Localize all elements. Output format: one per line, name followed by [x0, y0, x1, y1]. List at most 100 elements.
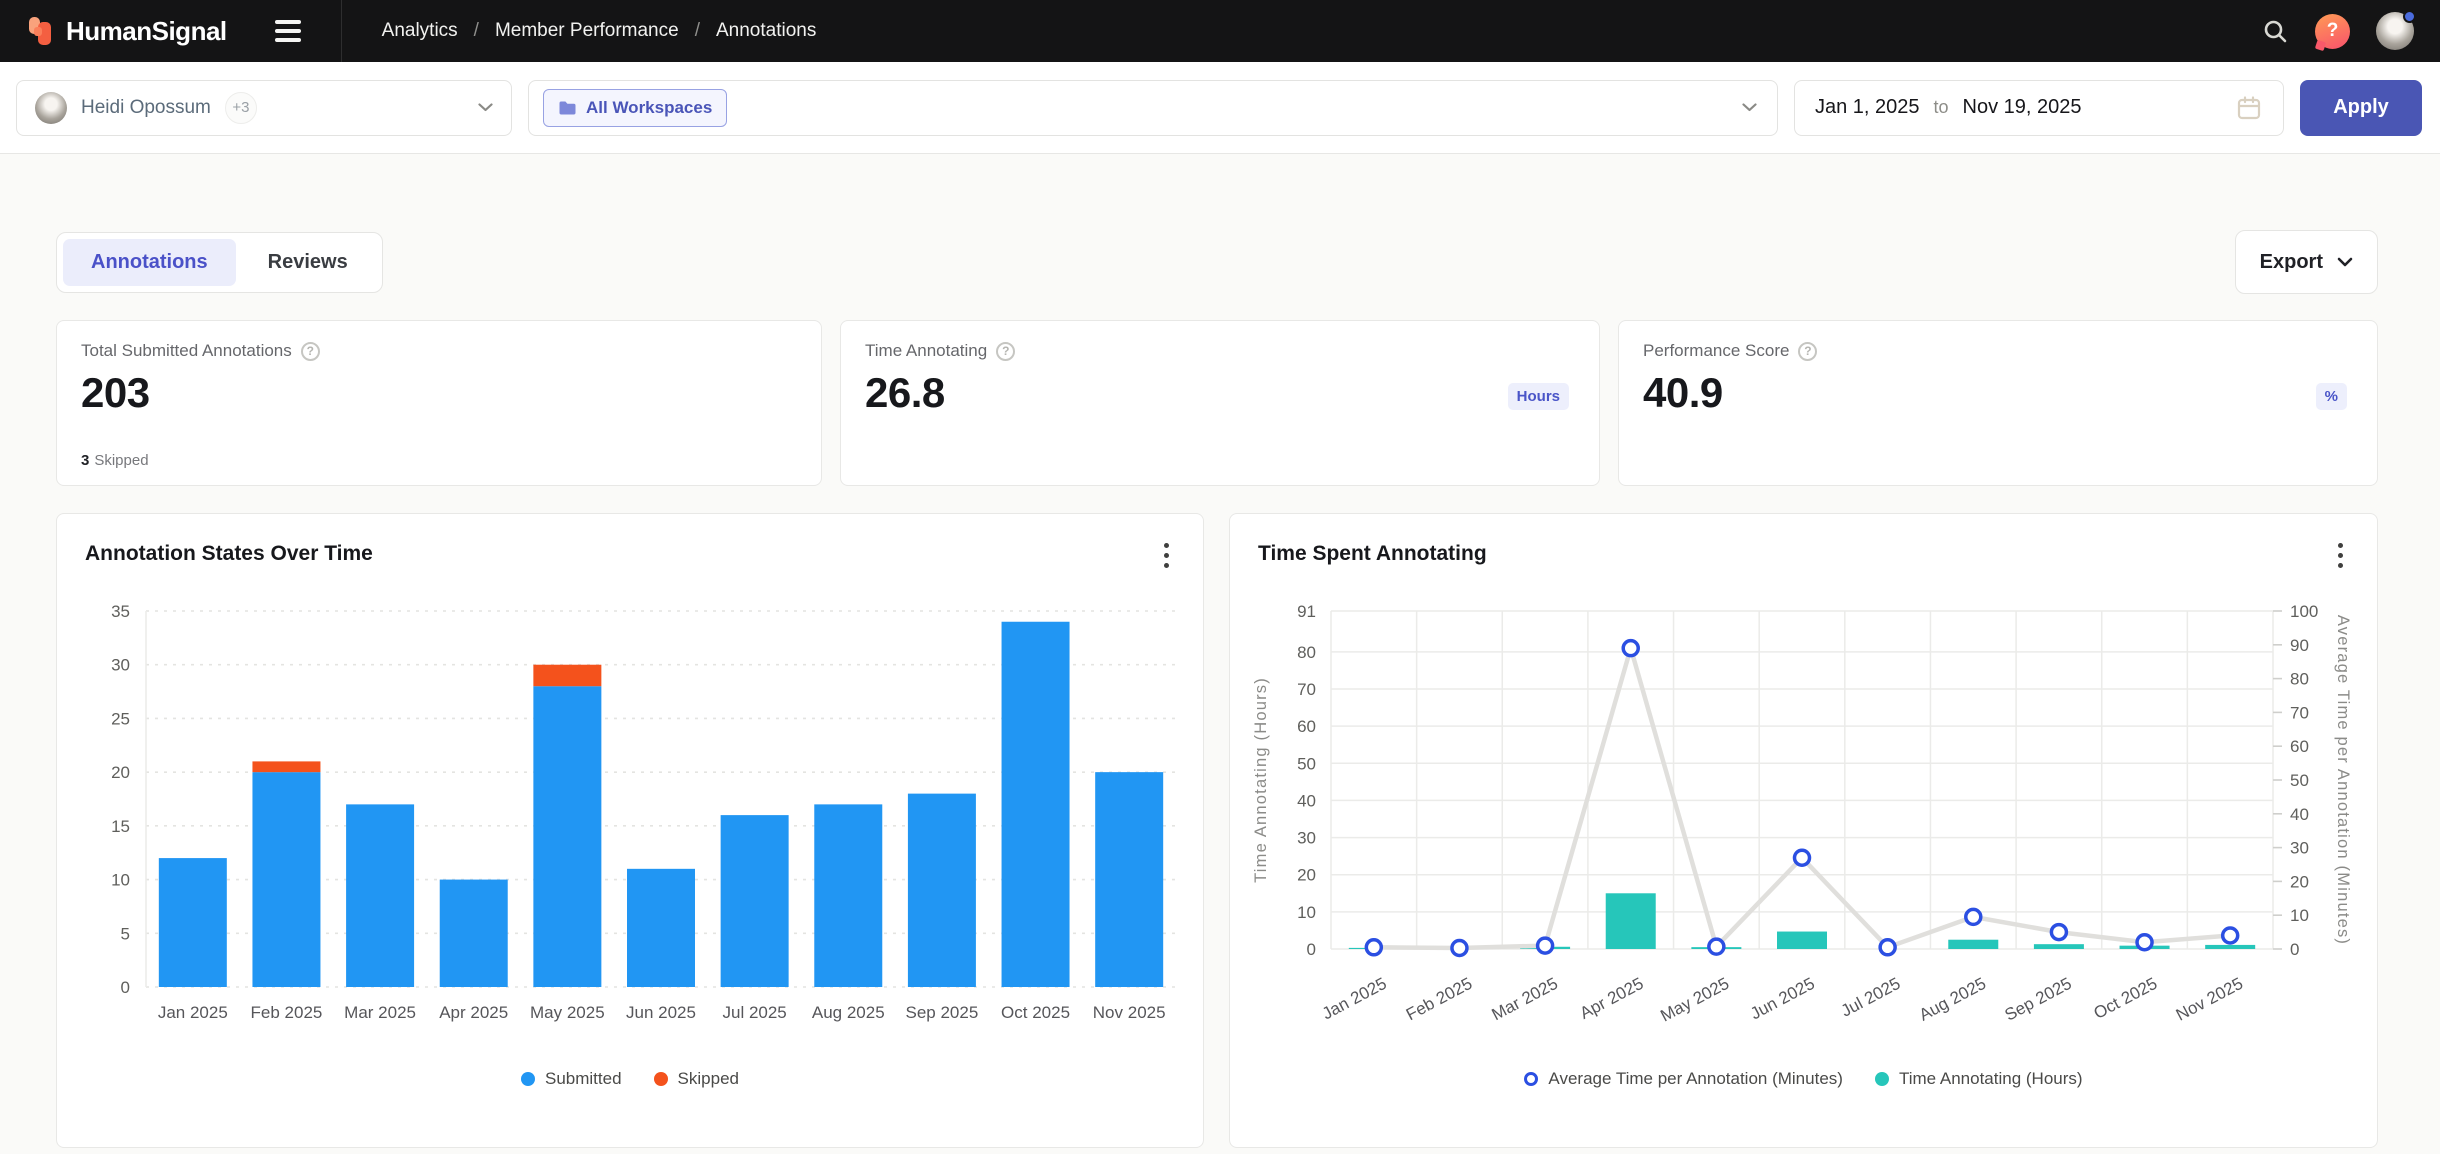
svg-text:Jul 2025: Jul 2025: [1838, 974, 1904, 1021]
svg-text:Nov 2025: Nov 2025: [1093, 1003, 1166, 1022]
stat-card-time-annotating: Time Annotating ? 26.8 Hours: [840, 320, 1600, 486]
date-to-word: to: [1930, 97, 1953, 118]
date-range-input[interactable]: Jan 1, 2025 to Nov 19, 2025: [1794, 80, 2284, 136]
export-button[interactable]: Export: [2235, 230, 2378, 294]
annotation-states-chart-card: 05101520253035Jan 2025Feb 2025Mar 2025Ap…: [56, 513, 1204, 1148]
svg-text:Jan 2025: Jan 2025: [158, 1003, 228, 1022]
svg-text:5: 5: [121, 924, 130, 943]
svg-text:Oct 2025: Oct 2025: [1001, 1003, 1070, 1022]
tab-reviews[interactable]: Reviews: [240, 239, 376, 286]
brand[interactable]: HumanSignal: [26, 15, 227, 47]
svg-text:0: 0: [1307, 940, 1316, 959]
stat-value: 40.9: [1643, 369, 2353, 417]
svg-text:30: 30: [1297, 829, 1316, 848]
breadcrumb-member-performance[interactable]: Member Performance: [495, 20, 679, 42]
stat-label: Performance Score: [1643, 341, 1789, 361]
legend-item-submitted[interactable]: Submitted: [521, 1069, 622, 1089]
stat-label: Time Annotating: [865, 341, 987, 361]
chart-title: Annotation States Over Time: [85, 542, 373, 566]
svg-text:20: 20: [2290, 872, 2309, 891]
skipped-label: Skipped: [94, 452, 148, 469]
svg-text:60: 60: [2290, 737, 2309, 756]
analytics-page: HumanSignal Analytics / Member Performan…: [0, 0, 2440, 1154]
svg-text:30: 30: [111, 656, 130, 675]
workspace-chip[interactable]: All Workspaces: [543, 89, 727, 127]
breadcrumb: Analytics / Member Performance / Annotat…: [382, 20, 817, 42]
member-select[interactable]: Heidi Opossum +3: [16, 80, 512, 136]
svg-text:15: 15: [111, 817, 130, 836]
svg-text:Jan 2025: Jan 2025: [1319, 974, 1390, 1024]
svg-text:50: 50: [1297, 754, 1316, 773]
online-status-dot: [2403, 10, 2416, 23]
folder-icon: [558, 100, 577, 116]
svg-text:May 2025: May 2025: [530, 1003, 605, 1022]
unit-badge-percent: %: [2316, 383, 2347, 410]
svg-text:Average Time per Annotation (M: Average Time per Annotation (Minutes): [2334, 615, 2352, 945]
stat-card-total-submitted: Total Submitted Annotations ? 203 3Skipp…: [56, 320, 822, 486]
svg-text:10: 10: [1297, 903, 1316, 922]
svg-text:70: 70: [1297, 680, 1316, 699]
svg-text:Apr 2025: Apr 2025: [439, 1003, 508, 1022]
svg-text:25: 25: [111, 709, 130, 728]
header-actions: ?: [2262, 12, 2414, 50]
legend-item-avg-time[interactable]: Average Time per Annotation (Minutes): [1524, 1069, 1843, 1089]
chevron-down-icon: [2337, 257, 2353, 267]
member-avatar: [35, 92, 67, 124]
legend-label: Submitted: [545, 1069, 622, 1089]
svg-text:Aug 2025: Aug 2025: [1916, 974, 1989, 1025]
breadcrumb-annotations[interactable]: Annotations: [716, 20, 816, 42]
chevron-down-icon: [478, 103, 493, 112]
date-to: Nov 19, 2025: [1963, 96, 2082, 119]
hamburger-menu-icon[interactable]: [275, 20, 301, 42]
breadcrumb-separator: /: [695, 20, 700, 42]
help-circle-icon[interactable]: ?: [301, 342, 320, 361]
svg-text:Mar 2025: Mar 2025: [1489, 974, 1561, 1024]
legend-item-time-annotating[interactable]: Time Annotating (Hours): [1875, 1069, 2083, 1089]
stat-sub: 3Skipped: [81, 452, 149, 469]
kebab-menu-icon[interactable]: [1153, 540, 1179, 570]
svg-text:30: 30: [2290, 839, 2309, 858]
time-spent-chart-svg[interactable]: 0102030405060708091010203040506070809010…: [1230, 514, 2377, 1147]
svg-text:80: 80: [1297, 643, 1316, 662]
svg-text:100: 100: [2290, 602, 2318, 621]
member-extra-count-badge: +3: [225, 92, 257, 124]
tabs-row: Annotations Reviews Export: [56, 230, 2378, 294]
stat-card-performance-score: Performance Score ? 40.9 %: [1618, 320, 2378, 486]
svg-text:Mar 2025: Mar 2025: [344, 1003, 416, 1022]
svg-text:0: 0: [2290, 940, 2299, 959]
tabs: Annotations Reviews: [56, 232, 383, 293]
stat-value: 26.8: [865, 369, 1575, 417]
legend-label: Average Time per Annotation (Minutes): [1548, 1069, 1843, 1089]
charts-row: 05101520253035Jan 2025Feb 2025Mar 2025Ap…: [56, 513, 2378, 1148]
kebab-menu-icon[interactable]: [2327, 540, 2353, 570]
stat-cards: Total Submitted Annotations ? 203 3Skipp…: [56, 320, 2378, 486]
filter-bar: Heidi Opossum +3 All Workspaces Jan 1, 2…: [0, 62, 2440, 154]
legend-item-skipped[interactable]: Skipped: [654, 1069, 739, 1089]
help-icon[interactable]: ?: [2315, 14, 2350, 49]
skipped-legend-dot: [654, 1072, 668, 1086]
svg-text:Jun 2025: Jun 2025: [626, 1003, 696, 1022]
calendar-icon[interactable]: [2235, 94, 2263, 122]
svg-text:Jun 2025: Jun 2025: [1747, 974, 1818, 1024]
tab-annotations[interactable]: Annotations: [63, 239, 236, 286]
breadcrumb-analytics[interactable]: Analytics: [382, 20, 458, 42]
apply-button[interactable]: Apply: [2300, 80, 2422, 136]
svg-text:20: 20: [1297, 866, 1316, 885]
annotation-states-chart-svg[interactable]: 05101520253035Jan 2025Feb 2025Mar 2025Ap…: [57, 514, 1203, 1147]
legend-label: Skipped: [678, 1069, 739, 1089]
help-circle-icon[interactable]: ?: [1798, 342, 1817, 361]
search-icon[interactable]: [2262, 18, 2289, 45]
svg-text:Sep 2025: Sep 2025: [906, 1003, 979, 1022]
svg-text:May 2025: May 2025: [1657, 974, 1732, 1026]
user-avatar[interactable]: [2376, 12, 2414, 50]
header-divider: [341, 0, 342, 62]
svg-text:Oct 2025: Oct 2025: [2091, 974, 2161, 1023]
time-spent-chart-card: 0102030405060708091010203040506070809010…: [1229, 513, 2378, 1148]
svg-text:Sep 2025: Sep 2025: [2002, 974, 2075, 1025]
chart-legend: Average Time per Annotation (Minutes) Ti…: [1230, 1069, 2377, 1089]
avg-time-legend-ring: [1524, 1072, 1538, 1086]
workspace-select[interactable]: All Workspaces: [528, 80, 1778, 136]
help-circle-icon[interactable]: ?: [996, 342, 1015, 361]
svg-text:60: 60: [1297, 717, 1316, 736]
svg-text:Apr 2025: Apr 2025: [1577, 974, 1647, 1023]
